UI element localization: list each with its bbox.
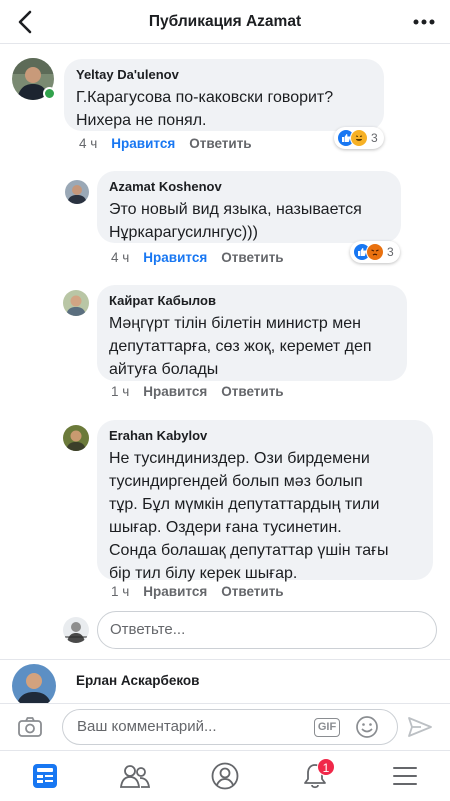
like-button[interactable]: Нравится xyxy=(143,584,207,599)
comment-time: 1 ч xyxy=(111,384,130,399)
top-bar: Публикация Azamat xyxy=(0,0,450,44)
comment-actions: 1 ч Нравится Ответить xyxy=(111,584,284,599)
comment-time: 4 ч xyxy=(111,250,130,265)
more-button[interactable] xyxy=(412,12,436,32)
comment-text: Мәңгүрт тілін білетін министр мен депута… xyxy=(109,315,372,378)
comment-time: 4 ч xyxy=(79,136,98,151)
page-title: Публикация Azamat xyxy=(148,13,302,30)
comment-actions: 4 ч Нравится Ответить xyxy=(111,250,284,265)
comment-actions: 4 ч Нравится Ответить xyxy=(79,136,252,151)
gif-button[interactable]: GIF xyxy=(314,718,340,737)
news-feed-icon xyxy=(33,764,57,788)
comment-actions: 1 ч Нравится Ответить xyxy=(111,384,284,399)
reaction-summary[interactable]: 3 xyxy=(350,241,400,263)
comment-text: Г.Карагусова по-каковски говорит? Нихера… xyxy=(76,89,334,129)
current-user-avatar xyxy=(63,617,89,643)
comment-author[interactable]: Кайрат Кабылов xyxy=(109,293,395,309)
person-photo-icon xyxy=(12,664,56,708)
more-icon xyxy=(413,19,435,25)
comment-author[interactable]: Yeltay Da'ulenov xyxy=(76,67,372,83)
reply-button[interactable]: Ответить xyxy=(221,584,283,599)
reaction-count: 3 xyxy=(371,131,378,145)
comment-text: Это новый вид языка, называется Нұркараг… xyxy=(109,201,362,241)
send-button[interactable] xyxy=(407,716,433,738)
reply-button[interactable]: Ответить xyxy=(221,384,283,399)
comment-text: Не тусиндиниздер. Ози бирдемени тусиндир… xyxy=(109,450,389,582)
reaction-count: 3 xyxy=(387,245,394,259)
notification-badge: 1 xyxy=(317,758,335,776)
person-photo-icon xyxy=(63,425,89,451)
emoji-icon xyxy=(356,716,378,738)
person-photo-icon xyxy=(65,180,89,204)
comment-bubble[interactable]: Erahan Kabylov Не тусиндиниздер. Ози бир… xyxy=(97,420,433,582)
comment-author[interactable]: Azamat Koshenov xyxy=(109,179,389,195)
comment-bubble[interactable]: Azamat Koshenov Это новый вид языка, наз… xyxy=(97,171,401,243)
person-photo-icon xyxy=(63,617,89,643)
haha-reaction-icon xyxy=(350,129,368,147)
gif-label: GIF xyxy=(317,721,337,733)
camera-icon xyxy=(18,717,42,737)
comment-composer: Ваш комментарий... GIF xyxy=(0,703,450,749)
online-status-indicator xyxy=(43,87,56,100)
comment-bubble[interactable]: Кайрат Кабылов Мәңгүрт тілін білетін мин… xyxy=(97,285,407,381)
tab-menu[interactable] xyxy=(375,751,435,801)
tab-profile[interactable] xyxy=(195,751,255,801)
camera-button[interactable] xyxy=(17,715,43,739)
angry-reaction-icon xyxy=(366,243,384,261)
comment-author[interactable]: Ерлан Аскарбеков xyxy=(76,673,199,689)
like-button[interactable]: Нравится xyxy=(111,136,175,151)
avatar[interactable] xyxy=(63,425,89,451)
emoji-button[interactable] xyxy=(355,715,379,739)
reaction-summary[interactable]: 3 xyxy=(334,127,384,149)
menu-icon xyxy=(393,767,417,785)
like-button[interactable]: Нравится xyxy=(143,250,207,265)
comment-bubble[interactable]: Yeltay Da'ulenov Г.Карагусова по-каковск… xyxy=(64,59,384,131)
person-photo-icon xyxy=(63,290,89,316)
tab-news-feed[interactable] xyxy=(15,751,75,801)
reply-button[interactable]: Ответить xyxy=(189,136,251,151)
comment-author[interactable]: Erahan Kabylov xyxy=(109,428,421,444)
bottom-tab-bar: 1 xyxy=(0,750,450,800)
tab-notifications[interactable]: 1 xyxy=(285,751,345,801)
reply-button[interactable]: Ответить xyxy=(221,250,283,265)
avatar[interactable] xyxy=(12,664,56,708)
reply-input[interactable]: Ответьте... xyxy=(97,611,437,649)
profile-icon xyxy=(211,762,239,790)
tab-friends[interactable] xyxy=(105,751,165,801)
divider xyxy=(0,659,450,660)
avatar[interactable] xyxy=(65,180,89,204)
like-button[interactable]: Нравится xyxy=(143,384,207,399)
friends-icon xyxy=(120,765,150,788)
avatar[interactable] xyxy=(63,290,89,316)
comment-time: 1 ч xyxy=(111,584,130,599)
send-icon xyxy=(408,717,432,737)
comment-input[interactable]: Ваш комментарий... xyxy=(62,709,398,745)
